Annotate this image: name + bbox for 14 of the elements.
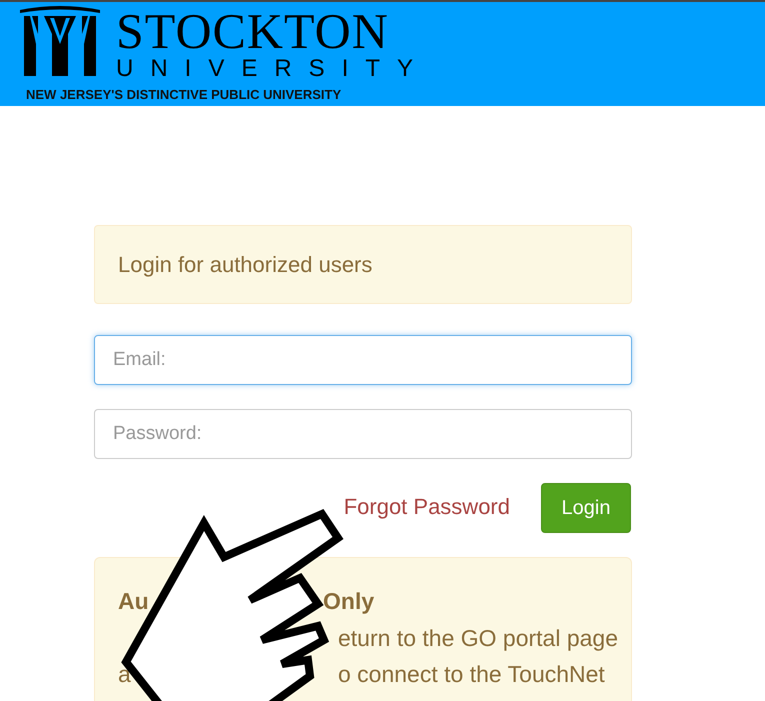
input-field[interactable]: Email: bbox=[94, 335, 632, 385]
logo-subtitle: UNIVERSITY bbox=[116, 57, 430, 81]
notice-text: eturn to the GO portal page bbox=[338, 624, 618, 653]
logo-tagline: NEW JERSEY'S DISTINCTIVE PUBLIC UNIVERSITY bbox=[26, 86, 342, 104]
logo-icon bbox=[18, 4, 102, 76]
logo-title: STOCKTON bbox=[116, 6, 390, 56]
notice-text: a bbox=[118, 660, 132, 689]
notice-heading: Only bbox=[323, 587, 374, 616]
login-button[interactable]: Login bbox=[541, 483, 631, 533]
info-alert: Login for authorized users bbox=[94, 225, 632, 304]
forgot-password-link[interactable]: Forgot Password bbox=[344, 490, 510, 522]
notice-text: o connect to the TouchNet bbox=[338, 660, 605, 689]
notice-heading: Au bbox=[118, 587, 150, 616]
input-field[interactable]: Password: bbox=[94, 409, 632, 459]
